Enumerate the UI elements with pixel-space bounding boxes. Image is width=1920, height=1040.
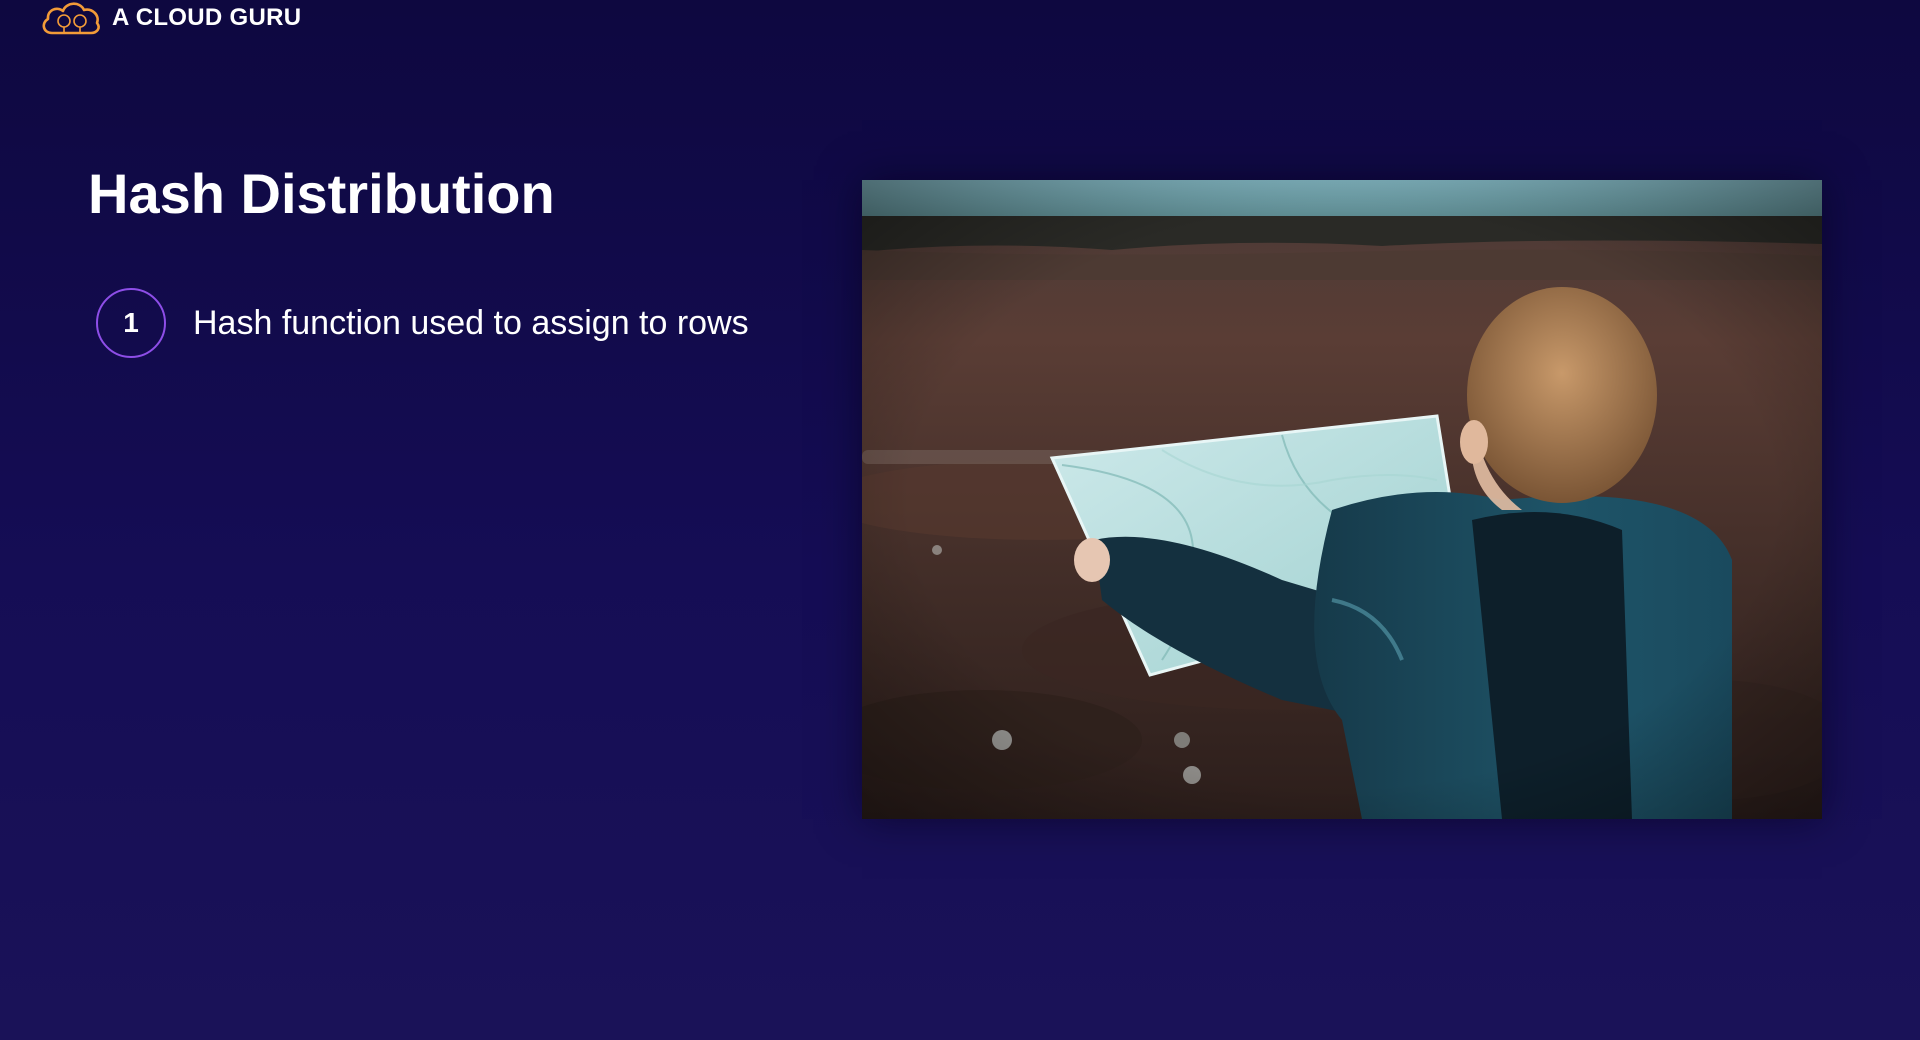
child-reading-map-photo	[862, 180, 1822, 819]
slide-title: Hash Distribution	[88, 162, 555, 225]
bullet-number-badge: 1	[96, 288, 166, 358]
bullet-text: Hash function used to assign to rows	[193, 303, 749, 342]
brand-logo: A CLOUD GURU	[40, 0, 301, 36]
cloud-logo-icon	[42, 2, 100, 35]
brand-name: A CLOUD GURU	[112, 4, 302, 31]
bullet-point: 1 Hash function used to assign to rows	[96, 288, 749, 358]
